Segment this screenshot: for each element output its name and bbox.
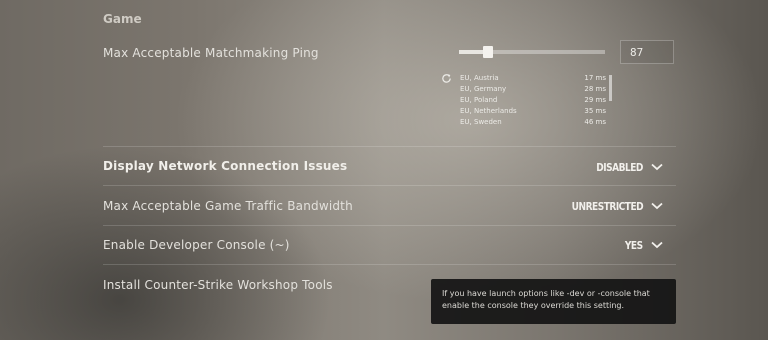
dev-console-label: Enable Developer Console (~) <box>103 238 290 252</box>
server-ping-row: EU, Poland 29 ms <box>460 95 606 106</box>
server-ping-row: EU, Austria 17 ms <box>460 73 606 84</box>
bandwidth-label: Max Acceptable Game Traffic Bandwidth <box>103 199 353 213</box>
tooltip-line: enable the console they override this se… <box>442 301 625 310</box>
network-issues-value: DISABLED <box>596 160 643 174</box>
server-ping-list[interactable]: EU, Austria 17 ms EU, Germany 28 ms EU, Pola… <box>460 73 606 129</box>
divider <box>103 264 676 265</box>
server-name: EU, Sweden <box>460 118 502 126</box>
chevron-down-icon <box>651 202 663 210</box>
server-list-scrollbar[interactable] <box>609 75 612 101</box>
tooltip-line: If you have launch options like -dev or … <box>442 289 650 298</box>
bandwidth-dropdown[interactable]: UNRESTRICTED <box>556 198 663 214</box>
refresh-icon[interactable] <box>441 73 452 84</box>
bandwidth-value: UNRESTRICTED <box>571 199 644 213</box>
server-ping-row: EU, Sweden 46 ms <box>460 117 606 128</box>
divider <box>103 225 676 226</box>
section-title: Game <box>103 12 142 26</box>
server-ping: 17 ms <box>584 74 606 82</box>
server-name: EU, Poland <box>460 96 498 104</box>
dev-console-dropdown[interactable]: YES <box>621 237 663 253</box>
chevron-down-icon <box>651 163 663 171</box>
server-ping: 35 ms <box>584 107 606 115</box>
dev-console-value: YES <box>625 238 643 252</box>
ping-slider-thumb[interactable] <box>483 46 494 58</box>
server-name: EU, Austria <box>460 74 499 82</box>
network-issues-label: Display Network Connection Issues <box>103 159 348 173</box>
server-name: EU, Netherlands <box>460 107 517 115</box>
server-ping: 46 ms <box>584 118 606 126</box>
divider <box>103 146 676 147</box>
tooltip: If you have launch options like -dev or … <box>431 279 676 324</box>
server-ping-row: EU, Germany 28 ms <box>460 84 606 95</box>
server-ping-row: EU, Netherlands 35 ms <box>460 106 606 117</box>
network-issues-dropdown[interactable]: DISABLED <box>586 159 663 175</box>
matchmaking-ping-label: Max Acceptable Matchmaking Ping <box>103 46 319 60</box>
ping-value-input[interactable]: 87 <box>620 40 674 64</box>
workshop-tools-label: Install Counter-Strike Workshop Tools <box>103 278 333 292</box>
server-ping: 28 ms <box>584 85 606 93</box>
divider <box>103 185 676 186</box>
server-name: EU, Germany <box>460 85 507 93</box>
server-ping: 29 ms <box>584 96 606 104</box>
chevron-down-icon <box>651 241 663 249</box>
ping-slider[interactable] <box>459 46 605 58</box>
